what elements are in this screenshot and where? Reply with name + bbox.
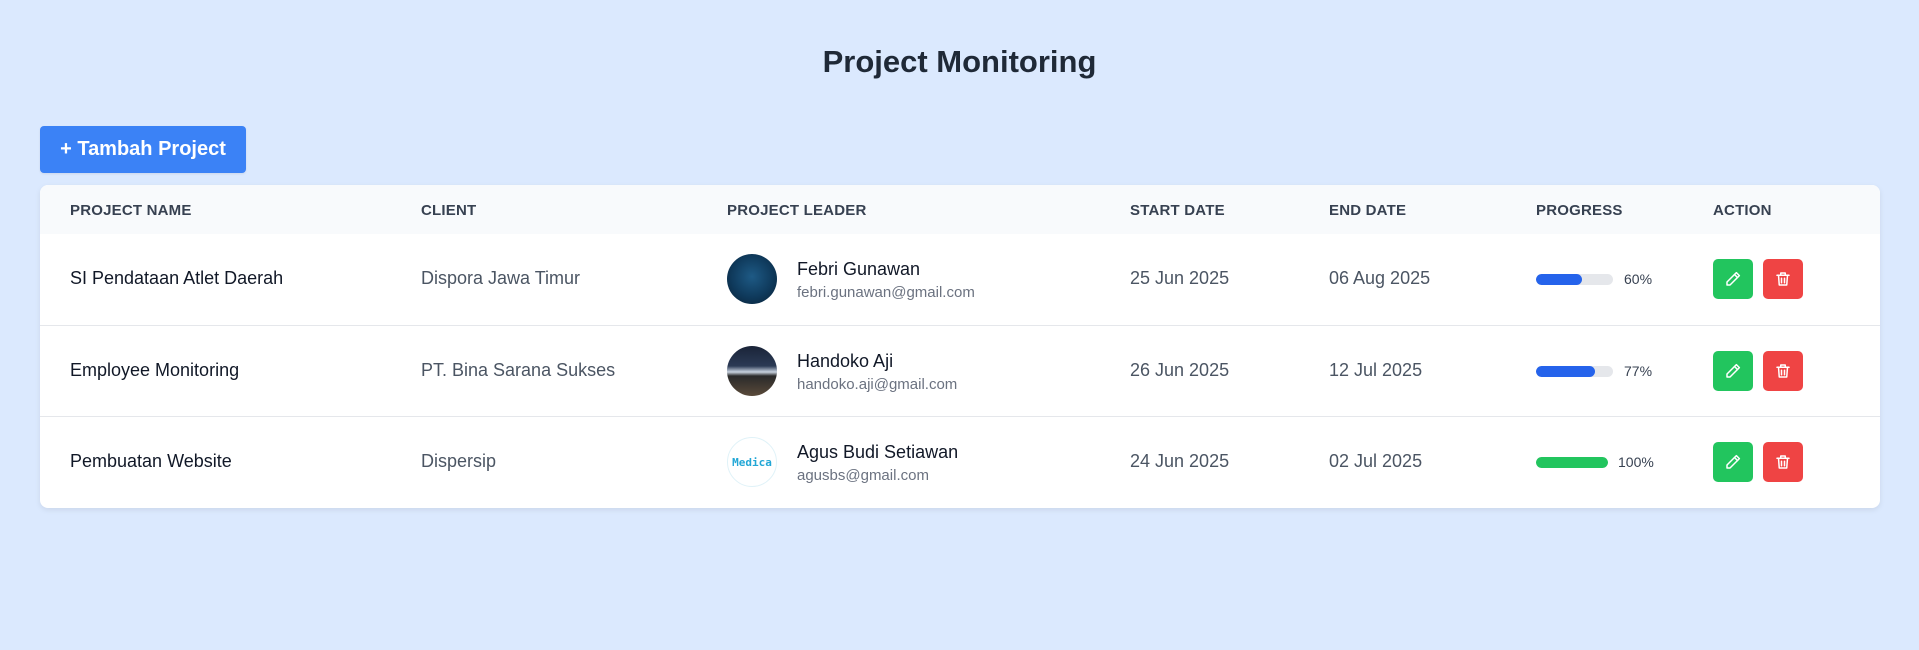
edit-button[interactable] <box>1713 259 1753 299</box>
leader-name: Febri Gunawan <box>797 259 921 279</box>
avatar: Medica <box>727 437 777 487</box>
progress-bar <box>1536 457 1608 468</box>
avatar <box>727 346 777 396</box>
table-row: SI Pendataan Atlet Daerah Dispora Jawa T… <box>40 234 1880 325</box>
progress-bar <box>1536 274 1613 285</box>
progress-percent: 77% <box>1624 363 1653 379</box>
client-name: PT. Bina Sarana Sukses <box>421 360 616 380</box>
leader-email: agusbs@gmail.com <box>797 467 929 484</box>
table-header: PROJECT NAME CLIENT PROJECT LEADER START… <box>40 185 1880 234</box>
trash-icon <box>1776 272 1790 286</box>
header-end-date: END DATE <box>1329 202 1407 219</box>
trash-icon <box>1776 455 1790 469</box>
leader-name: Handoko Aji <box>797 351 894 371</box>
start-date: 26 Jun 2025 <box>1130 360 1230 380</box>
pencil-icon <box>1726 271 1741 286</box>
header-client: CLIENT <box>421 202 477 219</box>
end-date: 12 Jul 2025 <box>1329 360 1423 380</box>
project-table: PROJECT NAME CLIENT PROJECT LEADER START… <box>40 185 1880 508</box>
header-project-leader: PROJECT LEADER <box>727 202 867 219</box>
leader-name: Agus Budi Setiawan <box>797 442 959 462</box>
progress-bar <box>1536 366 1613 377</box>
delete-button[interactable] <box>1763 442 1803 482</box>
add-project-button[interactable]: + Tambah Project <box>40 126 246 173</box>
delete-button[interactable] <box>1763 351 1803 391</box>
page-title: Project Monitoring <box>822 44 1097 79</box>
progress-fill <box>1536 457 1608 468</box>
header-start-date: START DATE <box>1130 202 1225 219</box>
header-project-name: PROJECT NAME <box>70 202 192 219</box>
pencil-icon <box>1726 454 1741 469</box>
delete-button[interactable] <box>1763 259 1803 299</box>
progress-percent: 100% <box>1618 454 1654 470</box>
table-row: Employee Monitoring PT. Bina Sarana Suks… <box>40 325 1880 416</box>
trash-icon <box>1776 364 1790 378</box>
end-date: 06 Aug 2025 <box>1329 268 1431 288</box>
end-date: 02 Jul 2025 <box>1329 451 1423 471</box>
avatar-logo-text: Medica <box>732 455 772 469</box>
progress-percent: 60% <box>1624 271 1653 287</box>
progress-fill <box>1536 274 1583 285</box>
start-date: 25 Jun 2025 <box>1130 268 1230 288</box>
header-progress: PROGRESS <box>1536 202 1623 219</box>
leader-email: febri.gunawan@gmail.com <box>797 284 975 301</box>
client-name: Dispora Jawa Timur <box>421 268 581 288</box>
edit-button[interactable] <box>1713 351 1753 391</box>
client-name: Dispersip <box>421 451 497 471</box>
avatar <box>727 254 777 304</box>
project-name: SI Pendataan Atlet Daerah <box>70 268 284 288</box>
edit-button[interactable] <box>1713 442 1753 482</box>
leader-email: handoko.aji@gmail.com <box>797 376 958 393</box>
project-name: Pembuatan Website <box>70 451 232 471</box>
project-name: Employee Monitoring <box>70 360 240 380</box>
table-row: Pembuatan Website Dispersip Medica Agus … <box>40 416 1880 507</box>
progress-fill <box>1536 366 1596 377</box>
start-date: 24 Jun 2025 <box>1130 451 1230 471</box>
header-action: ACTION <box>1713 202 1772 219</box>
pencil-icon <box>1726 363 1741 378</box>
